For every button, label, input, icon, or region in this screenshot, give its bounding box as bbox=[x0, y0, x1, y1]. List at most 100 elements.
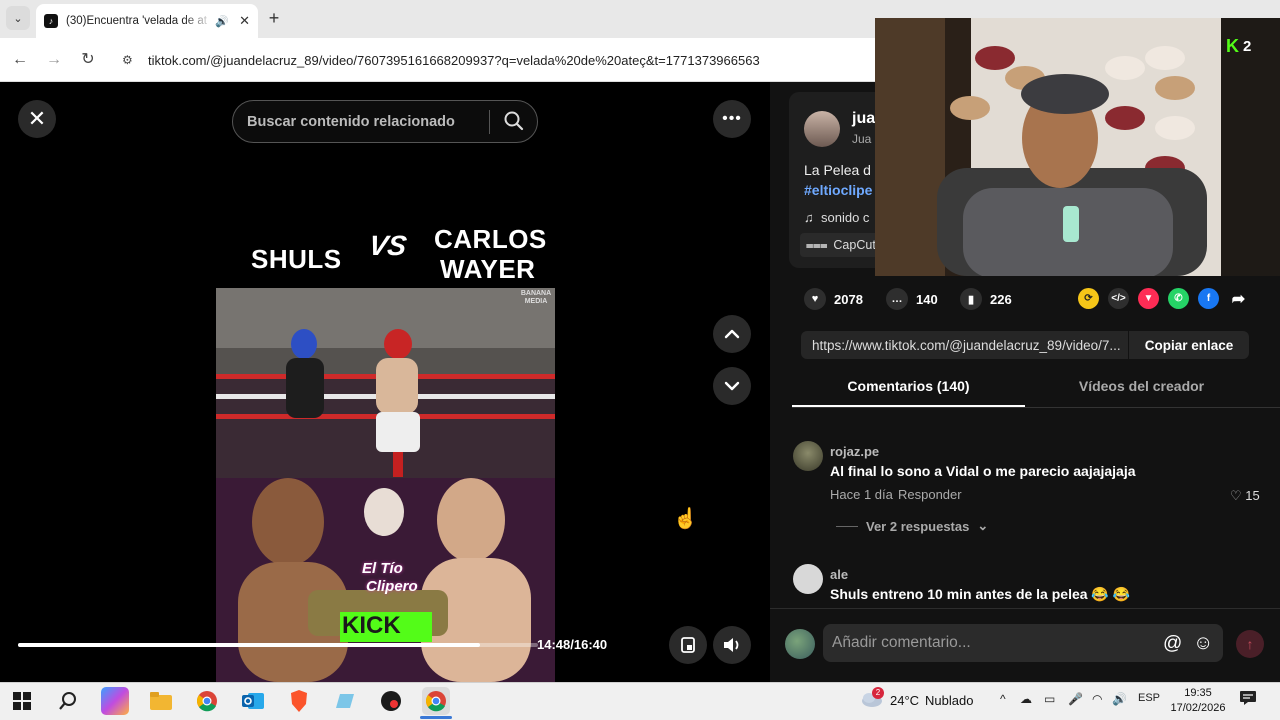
save-count: 226 bbox=[990, 291, 1012, 307]
view-replies-label: Ver 2 respuestas bbox=[866, 518, 970, 534]
save-button[interactable]: ▮ 226 bbox=[960, 288, 1012, 310]
comment-like-count: 15 bbox=[1245, 488, 1260, 503]
video-time-label: 14:48/16:40 bbox=[537, 637, 608, 652]
close-video-button[interactable]: ✕ bbox=[18, 100, 56, 138]
chrome-icon[interactable] bbox=[193, 687, 221, 715]
more-options-button[interactable]: ••• bbox=[713, 100, 751, 138]
comment-button[interactable]: … 140 bbox=[886, 288, 938, 310]
search-icon[interactable] bbox=[503, 110, 525, 136]
floating-player-button[interactable] bbox=[669, 626, 707, 664]
app-icon[interactable] bbox=[331, 687, 359, 715]
language-indicator[interactable]: ESP bbox=[1138, 692, 1160, 704]
tab-audio-icon[interactable]: 🔊 bbox=[215, 15, 229, 28]
onedrive-icon[interactable]: ☁ bbox=[1020, 692, 1032, 706]
view-replies-button[interactable]: Ver 2 respuestas ⌄ bbox=[836, 518, 988, 534]
sound-link[interactable]: ♫ sonido c bbox=[804, 210, 869, 225]
volume-icon[interactable]: 🔊 bbox=[1112, 692, 1127, 706]
reload-icon[interactable]: ↻ bbox=[76, 48, 100, 72]
author-subtitle: Jua bbox=[852, 132, 872, 146]
share-arrow-icon[interactable]: ➦ bbox=[1228, 288, 1249, 309]
wifi-icon[interactable]: ◠ bbox=[1092, 692, 1102, 706]
send-to-friends-icon[interactable]: ▼ bbox=[1138, 288, 1159, 309]
next-video-button[interactable] bbox=[713, 367, 751, 405]
comment-like-button[interactable]: ♡ 15 bbox=[1230, 488, 1260, 504]
close-icon: ✕ bbox=[27, 106, 47, 131]
capcut-icon: ⩶ bbox=[806, 237, 828, 252]
emoji-icon[interactable]: ☺ bbox=[1193, 632, 1213, 655]
ellipsis-icon: ••• bbox=[722, 110, 742, 127]
windows-start-icon[interactable] bbox=[8, 687, 36, 715]
arrow-up-icon: ↑ bbox=[1246, 636, 1254, 652]
poster-logo-line1: El Tío bbox=[362, 560, 403, 577]
tab-close-icon[interactable]: ✕ bbox=[239, 13, 250, 29]
brave-icon[interactable] bbox=[285, 687, 313, 715]
repost-icon[interactable]: ⟳ bbox=[1078, 288, 1099, 309]
chevron-down-icon: ⌄ bbox=[977, 518, 989, 533]
comment-count: 140 bbox=[916, 291, 938, 307]
like-button[interactable]: ♥ 2078 bbox=[804, 288, 863, 310]
video-player[interactable]: SHULS VS CARLOS WAYER BANANA MEDIA El Tí… bbox=[216, 82, 555, 682]
video-progress-fill bbox=[18, 643, 480, 647]
description-hashtag[interactable]: #eltioclipe bbox=[804, 182, 872, 198]
chrome-active-icon[interactable] bbox=[422, 687, 450, 715]
weather-widget[interactable]: 2 24°C Nublado bbox=[860, 687, 974, 710]
author-name[interactable]: jua bbox=[852, 110, 875, 128]
facebook-icon[interactable]: f bbox=[1198, 288, 1219, 309]
copilot-icon[interactable] bbox=[101, 687, 129, 715]
hand-cursor-icon: ☝ bbox=[673, 508, 698, 530]
copy-link-button[interactable]: Copiar enlace bbox=[1128, 331, 1249, 359]
weather-condition: Nublado bbox=[925, 693, 974, 708]
volume-icon bbox=[724, 638, 739, 652]
sound-text: sonido c bbox=[820, 210, 870, 225]
file-explorer-icon[interactable] bbox=[147, 687, 175, 715]
post-comment-button[interactable]: ↑ bbox=[1236, 630, 1264, 658]
show-hidden-icons-chevron-up-icon[interactable]: ^ bbox=[1000, 692, 1006, 706]
fighter-left-name: SHULS bbox=[251, 244, 342, 274]
microphone-icon[interactable]: 🎤 bbox=[1068, 692, 1083, 706]
search-icon[interactable] bbox=[54, 687, 82, 715]
site-settings-icon[interactable]: ⚙ bbox=[122, 53, 138, 67]
previous-video-button[interactable] bbox=[713, 315, 751, 353]
author-avatar[interactable] bbox=[804, 111, 840, 147]
embed-code-icon[interactable]: </> bbox=[1108, 288, 1129, 309]
webcam-overlay bbox=[875, 18, 1280, 276]
new-tab-button[interactable]: + bbox=[264, 8, 284, 28]
mention-icon[interactable]: @ bbox=[1163, 633, 1182, 655]
whatsapp-icon[interactable]: ✆ bbox=[1168, 288, 1189, 309]
music-note-icon: ♫ bbox=[804, 210, 814, 225]
browser-tab-active[interactable]: ♪ (30)Encuentra 'velada de at 🔊 ✕ bbox=[36, 4, 258, 38]
back-arrow-icon[interactable]: ← bbox=[8, 48, 32, 72]
add-comment-placeholder: Añadir comentario... bbox=[832, 634, 971, 651]
outlook-icon[interactable] bbox=[239, 687, 267, 715]
picture-in-picture-icon bbox=[681, 637, 695, 653]
poster-logo-line2: Clipero bbox=[366, 578, 418, 595]
comment-text: Shuls entreno 10 min antes de la pelea 😂… bbox=[830, 586, 1131, 602]
forward-arrow-icon[interactable]: → bbox=[42, 48, 66, 72]
system-clock[interactable]: 19:35 17/02/2026 bbox=[1168, 686, 1228, 716]
comment-avatar[interactable] bbox=[793, 441, 823, 471]
weather-alert-badge: 2 bbox=[872, 687, 884, 699]
fighter-right-name-1: CARLOS bbox=[434, 224, 547, 254]
comment-bubble-icon: … bbox=[886, 288, 908, 310]
video-link-text[interactable]: https://www.tiktok.com/@juandelacruz_89/… bbox=[801, 338, 1128, 353]
url-text: tiktok.com/@juandelacruz_89/video/760739… bbox=[148, 52, 760, 68]
like-count: 2078 bbox=[834, 291, 863, 307]
copy-link-box: https://www.tiktok.com/@juandelacruz_89/… bbox=[801, 331, 1249, 359]
notifications-icon[interactable] bbox=[1240, 691, 1256, 708]
obs-app-icon[interactable] bbox=[377, 687, 405, 715]
address-bar[interactable]: ⚙ tiktok.com/@juandelacruz_89/video/7607… bbox=[112, 44, 872, 76]
search-divider bbox=[489, 110, 490, 134]
tab-creator-videos[interactable]: Vídeos del creador bbox=[1025, 378, 1258, 394]
tab-search-dropdown-icon[interactable]: ⌄ bbox=[6, 6, 30, 30]
reply-button[interactable]: Responder bbox=[898, 487, 962, 502]
tab-comments[interactable]: Comentarios (140) bbox=[792, 378, 1025, 394]
versus-label: VS bbox=[366, 230, 409, 261]
kick-logo-icon: K bbox=[1226, 36, 1239, 56]
comment-username[interactable]: rojaz.pe bbox=[830, 444, 879, 459]
active-tab-indicator bbox=[792, 405, 1025, 407]
related-search-input[interactable]: Buscar contenido relacionado bbox=[232, 100, 538, 143]
display-icon[interactable]: ▭ bbox=[1044, 692, 1055, 706]
comment-username[interactable]: ale bbox=[830, 567, 848, 582]
comment-avatar[interactable] bbox=[793, 564, 823, 594]
volume-button[interactable] bbox=[713, 626, 751, 664]
